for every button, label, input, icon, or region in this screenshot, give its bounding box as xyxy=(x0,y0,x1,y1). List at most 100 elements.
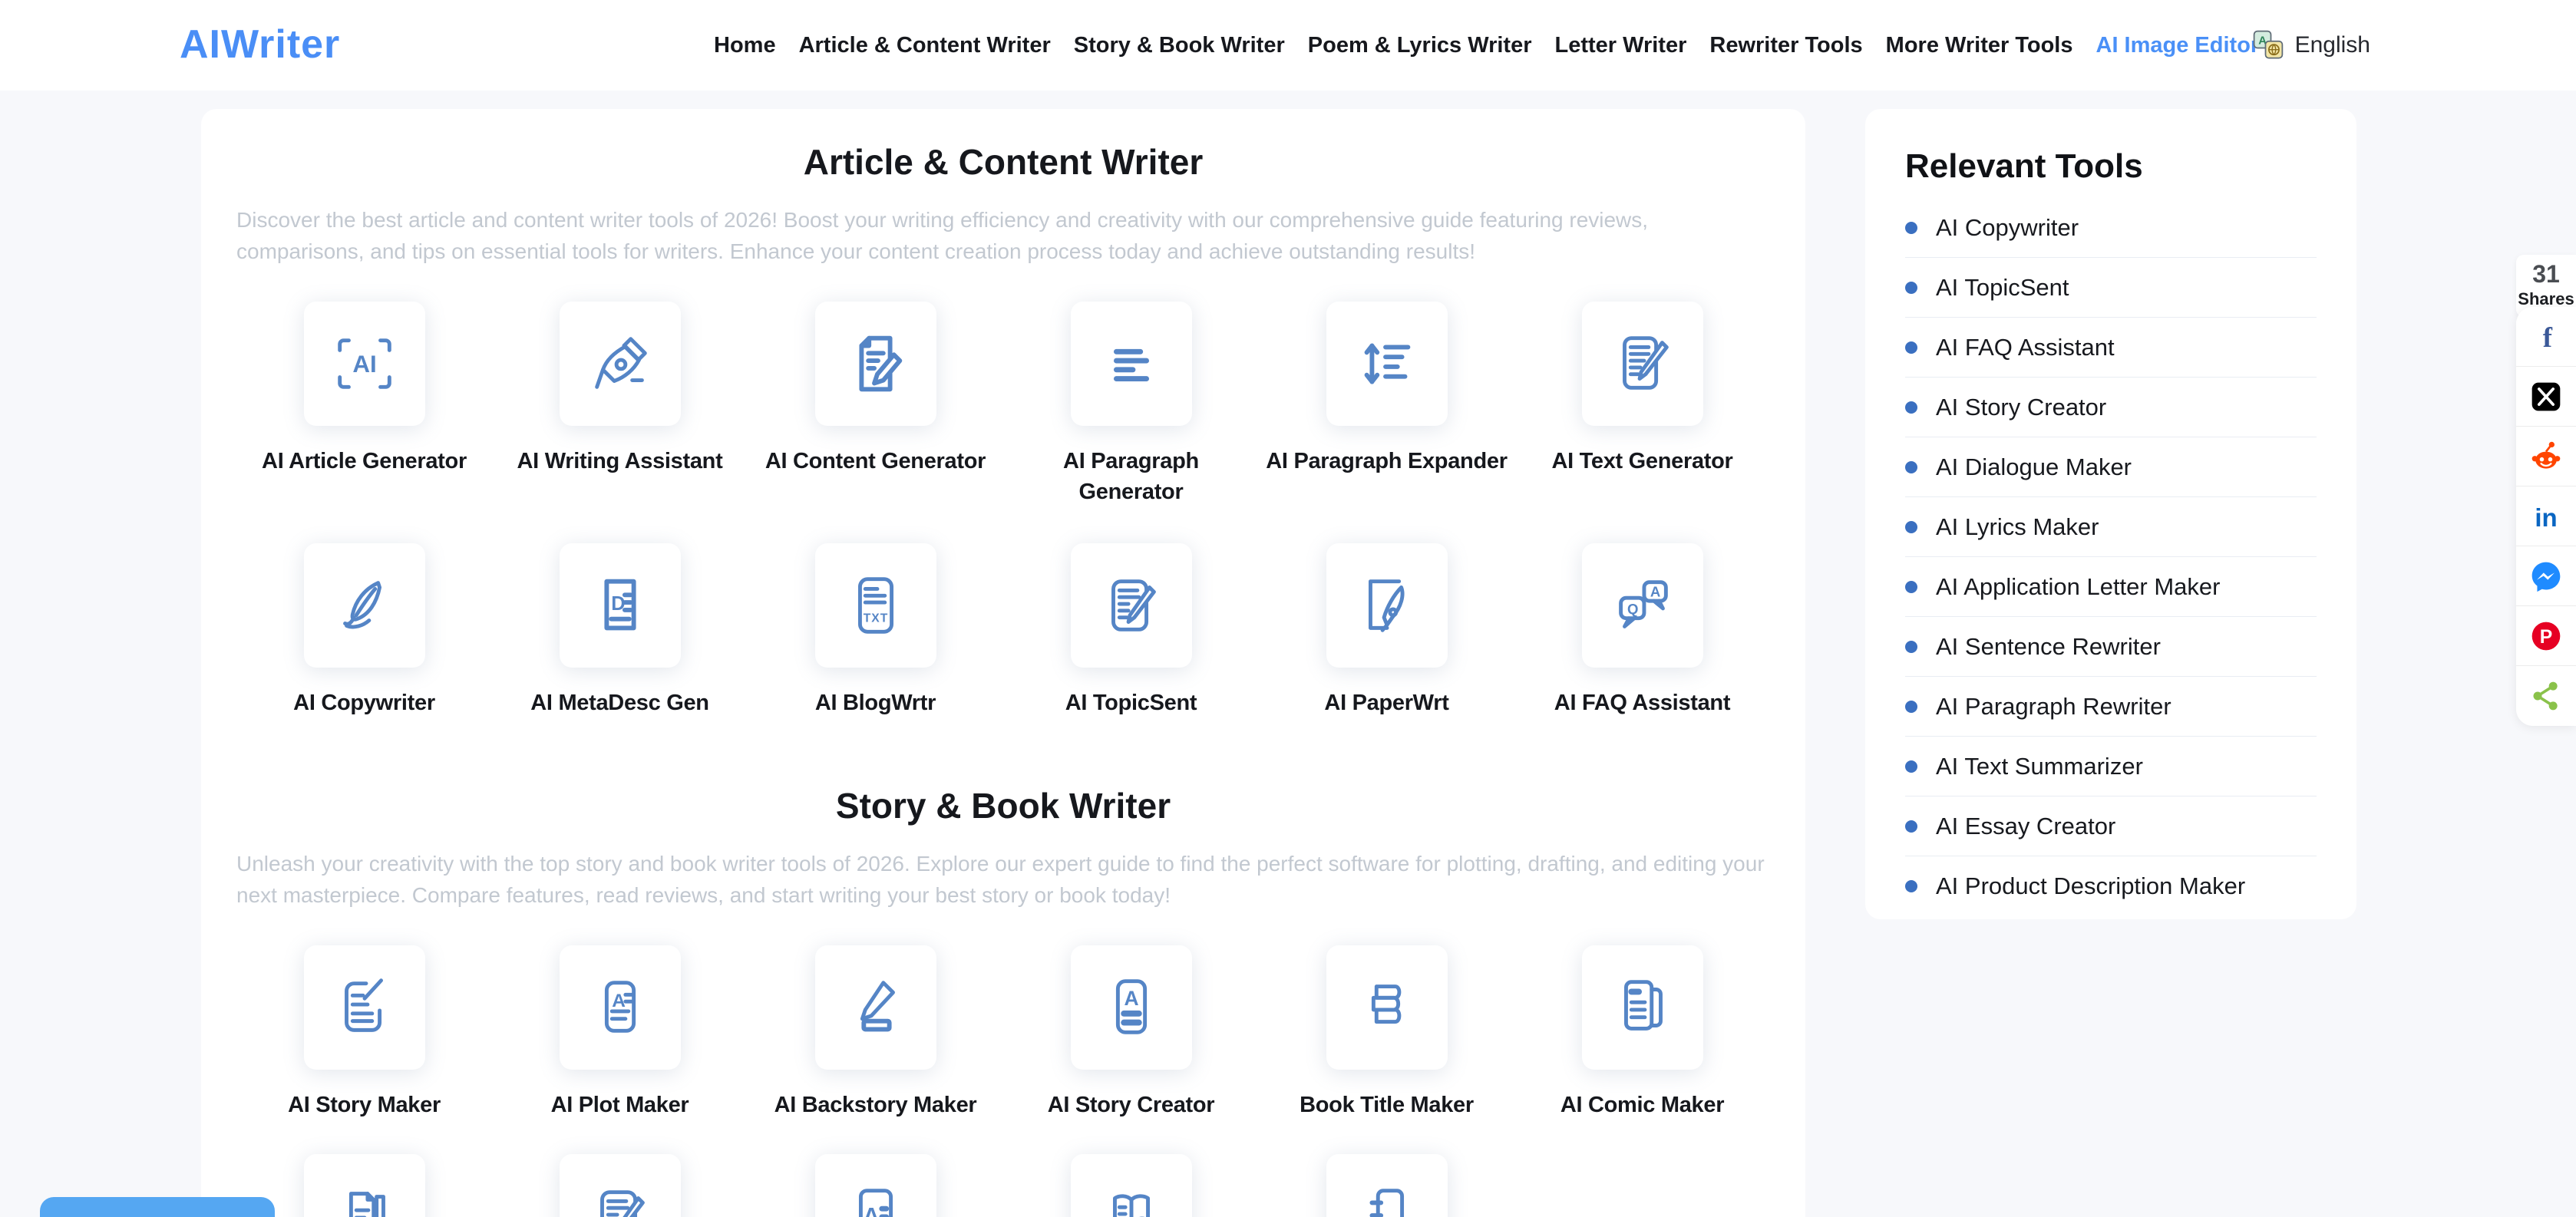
section-title-story: Story & Book Writer xyxy=(236,785,1770,826)
sidebar-item-label: AI Essay Creator xyxy=(1936,813,2115,840)
language-label: English xyxy=(2295,32,2370,58)
tool-card-ai-text-generator[interactable]: AI Text Generator xyxy=(1514,302,1770,508)
document-edit-icon xyxy=(840,328,912,400)
tool-label: AI BlogWrtr xyxy=(815,688,936,719)
sidebar-item-ai-lyrics-maker[interactable]: AI Lyrics Maker xyxy=(1905,497,2317,557)
bullet-icon xyxy=(1905,282,1917,294)
relevant-tools-list: AI Copywriter AI TopicSent AI FAQ Assist… xyxy=(1905,198,2317,916)
sidebar-item-ai-application-letter-maker[interactable]: AI Application Letter Maker xyxy=(1905,557,2317,617)
tool-label: AI FAQ Assistant xyxy=(1554,688,1730,719)
tool-card-ai-comic-maker[interactable]: AI Comic Maker xyxy=(1514,945,1770,1121)
share-reddit-button[interactable] xyxy=(2516,427,2576,486)
tool-tile xyxy=(815,302,936,426)
tool-card-ai-plot-maker[interactable]: A AI Plot Maker xyxy=(492,945,748,1121)
tool-label: AI Copywriter xyxy=(293,688,435,719)
share-pinterest-button[interactable]: P xyxy=(2516,606,2576,666)
sidebar-item-ai-copywriter[interactable]: AI Copywriter xyxy=(1905,198,2317,258)
tool-tile: A xyxy=(1071,945,1192,1070)
share-x-button[interactable] xyxy=(2516,367,2576,427)
article-tools-grid: AI AI Article Generator AI Writing Assis… xyxy=(236,302,1770,719)
tool-tile xyxy=(304,945,425,1070)
tool-card-ai-copywriter[interactable]: AI Copywriter xyxy=(236,543,492,719)
txt-document-icon: TXT xyxy=(840,569,912,641)
tool-card-ai-paragraph-expander[interactable]: AI Paragraph Expander xyxy=(1259,302,1514,508)
nav-item-story-book-writer[interactable]: Story & Book Writer xyxy=(1074,33,1285,58)
document-pencil-icon xyxy=(1607,328,1679,400)
tool-card-ai-topicsent[interactable]: AI TopicSent xyxy=(1003,543,1259,719)
tool-card-ai-metadesc-gen[interactable]: D AI MetaDesc Gen xyxy=(492,543,748,719)
tool-label: AI Story Creator xyxy=(1048,1090,1215,1121)
sidebar-item-ai-story-creator[interactable]: AI Story Creator xyxy=(1905,378,2317,437)
svg-text:A: A xyxy=(1650,583,1660,599)
share-share-button[interactable] xyxy=(2516,666,2576,726)
books-stack-icon xyxy=(1351,971,1423,1044)
tool-label: AI Paragraph Generator xyxy=(1043,446,1220,508)
tool-tile: TXT xyxy=(815,543,936,668)
tool-card-partial[interactable] xyxy=(1259,1154,1514,1217)
messenger-icon xyxy=(2529,559,2563,593)
tool-label: AI Content Generator xyxy=(765,446,986,477)
tool-card-ai-article-generator[interactable]: AI AI Article Generator xyxy=(236,302,492,508)
sidebar-item-ai-faq-assistant[interactable]: AI FAQ Assistant xyxy=(1905,318,2317,378)
tool-tile xyxy=(1071,1154,1192,1217)
tool-tile xyxy=(560,1154,681,1217)
tool-card-ai-story-maker[interactable]: AI Story Maker xyxy=(236,945,492,1121)
notebook-icon xyxy=(1351,1180,1423,1217)
nav-item-letter-writer[interactable]: Letter Writer xyxy=(1554,33,1686,58)
tool-card-ai-paragraph-generator[interactable]: AI Paragraph Generator xyxy=(1003,302,1259,508)
faq-bubbles-icon: AQ xyxy=(1607,569,1679,641)
tool-card-partial[interactable] xyxy=(492,1154,748,1217)
top-navbar: AIWriter Home Article & Content Writer Sto… xyxy=(0,0,2576,91)
nav-links: Home Article & Content Writer Story & Book… xyxy=(714,0,2259,91)
tool-card-ai-blogwrtr[interactable]: TXT AI BlogWrtr xyxy=(748,543,1003,719)
tool-card-ai-story-creator[interactable]: A AI Story Creator xyxy=(1003,945,1259,1121)
pinterest-icon: P xyxy=(2529,619,2563,653)
tool-tile xyxy=(304,543,425,668)
tool-label: AI Plot Maker xyxy=(551,1090,689,1121)
pen-nib-icon xyxy=(584,328,656,400)
tool-card-partial[interactable] xyxy=(236,1154,492,1217)
nav-item-article-content-writer[interactable]: Article & Content Writer xyxy=(799,33,1051,58)
sidebar-item-ai-text-summarizer[interactable]: AI Text Summarizer xyxy=(1905,737,2317,796)
sidebar-item-ai-product-description-maker[interactable]: AI Product Description Maker xyxy=(1905,856,2317,916)
tool-card-partial[interactable] xyxy=(1003,1154,1259,1217)
bullet-icon xyxy=(1905,461,1917,473)
tool-card-ai-faq-assistant[interactable]: AQ AI FAQ Assistant xyxy=(1514,543,1770,719)
tool-card-book-title-maker[interactable]: Book Title Maker xyxy=(1259,945,1514,1121)
sidebar-item-ai-topicsent[interactable]: AI TopicSent xyxy=(1905,258,2317,318)
tool-card-ai-backstory-maker[interactable]: AI Backstory Maker xyxy=(748,945,1003,1121)
sidebar-item-ai-paragraph-rewriter[interactable]: AI Paragraph Rewriter xyxy=(1905,677,2317,737)
tool-label: AI Text Generator xyxy=(1551,446,1732,477)
tool-label: AI Backstory Maker xyxy=(774,1090,977,1121)
tool-card-partial[interactable]: A xyxy=(748,1154,1003,1217)
nav-item-home[interactable]: Home xyxy=(714,33,776,58)
nav-item-poem-lyrics-writer[interactable]: Poem & Lyrics Writer xyxy=(1308,33,1532,58)
logo[interactable]: AIWriter xyxy=(180,21,340,68)
tool-card-ai-content-generator[interactable]: AI Content Generator xyxy=(748,302,1003,508)
metadesc-document-icon: D xyxy=(584,569,656,641)
nav-item-more-writer-tools[interactable]: More Writer Tools xyxy=(1886,33,2073,58)
sidebar-item-label: AI Application Letter Maker xyxy=(1936,573,2220,601)
sidebar-item-label: AI Text Summarizer xyxy=(1936,753,2143,780)
nav-item-ai-image-editor[interactable]: AI Image Editor xyxy=(2096,33,2260,58)
floating-button-partial[interactable] xyxy=(40,1197,275,1217)
sidebar-item-label: AI Product Description Maker xyxy=(1936,872,2245,900)
paragraph-expand-icon xyxy=(1351,328,1423,400)
sidebar-item-label: AI Sentence Rewriter xyxy=(1936,633,2161,661)
tool-card-ai-paperwrt[interactable]: AI PaperWrt xyxy=(1259,543,1514,719)
sidebar-item-ai-dialogue-maker[interactable]: AI Dialogue Maker xyxy=(1905,437,2317,497)
nav-item-rewriter-tools[interactable]: Rewriter Tools xyxy=(1709,33,1862,58)
share-linkedin-button[interactable]: in xyxy=(2516,486,2576,546)
feather-quill-icon xyxy=(329,569,401,641)
language-selector[interactable]: A English xyxy=(2252,0,2370,91)
share-messenger-button[interactable] xyxy=(2516,546,2576,606)
svg-text:AI: AI xyxy=(352,351,376,378)
story-tools-grid: AI Story MakerA AI Plot Maker AI Backsto… xyxy=(236,945,1770,1121)
sidebar-item-ai-sentence-rewriter[interactable]: AI Sentence Rewriter xyxy=(1905,617,2317,677)
bullet-icon xyxy=(1905,401,1917,414)
tool-card-ai-writing-assistant[interactable]: AI Writing Assistant xyxy=(492,302,748,508)
share-facebook-button[interactable]: f xyxy=(2516,307,2576,367)
sidebar-item-label: AI Lyrics Maker xyxy=(1936,513,2099,541)
sidebar-item-ai-essay-creator[interactable]: AI Essay Creator xyxy=(1905,796,2317,856)
reddit-icon xyxy=(2529,440,2563,473)
